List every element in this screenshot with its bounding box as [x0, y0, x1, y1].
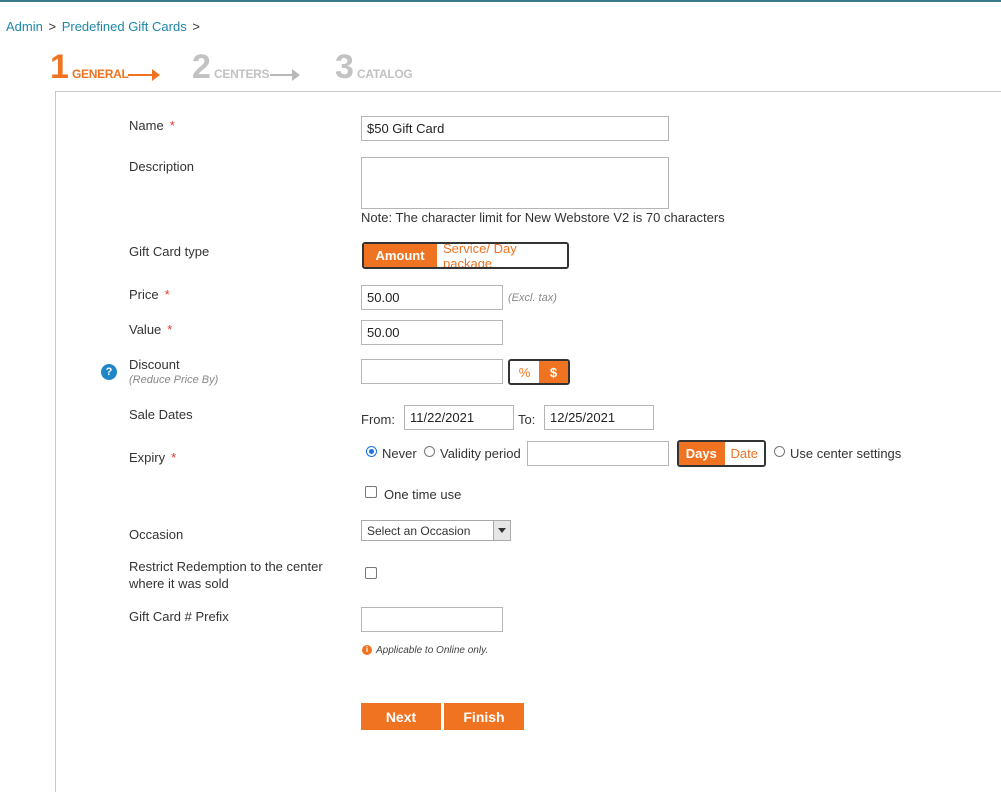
price-hint: (Excl. tax): [508, 292, 557, 304]
gift-card-type-toggle: Amount Service/ Day package: [362, 242, 569, 269]
breadcrumb-separator: >: [48, 19, 57, 34]
prefix-input[interactable]: [361, 607, 503, 632]
occasion-label: Occasion: [129, 527, 184, 542]
step-label: GENERAL: [72, 67, 129, 81]
step-centers[interactable]: 2 CENTERS: [192, 48, 312, 84]
question-icon[interactable]: ?: [101, 364, 117, 380]
one-time-use-label[interactable]: One time use: [384, 487, 461, 502]
use-center-settings-label[interactable]: Use center settings: [790, 446, 901, 461]
percent-option[interactable]: %: [510, 361, 539, 383]
validity-period-input[interactable]: [527, 441, 669, 466]
discount-label: Discount: [129, 357, 180, 372]
expiry-unit-toggle: Days Date: [677, 440, 766, 467]
one-time-use-checkbox[interactable]: [365, 486, 377, 498]
discount-type-toggle: % $: [508, 359, 570, 385]
from-label: From:: [361, 412, 395, 427]
expiry-validity-radio[interactable]: [424, 446, 435, 457]
restrict-label-line2: where it was sold: [129, 576, 229, 591]
name-label: Name *: [129, 118, 175, 133]
step-general[interactable]: 1 GENERAL: [50, 48, 170, 84]
to-label: To:: [518, 412, 536, 427]
step-number: 2: [192, 48, 211, 86]
info-icon: i: [362, 645, 372, 655]
restrict-label-line1: Restrict Redemption to the center: [129, 559, 323, 574]
dollar-option[interactable]: $: [539, 361, 568, 383]
breadcrumb-separator: >: [192, 19, 200, 34]
days-option[interactable]: Days: [679, 442, 724, 465]
discount-sublabel: (Reduce Price By): [129, 374, 219, 386]
value-input[interactable]: 50.00: [361, 320, 503, 345]
name-input[interactable]: $50 Gift Card: [361, 116, 669, 141]
description-label: Description: [129, 159, 195, 174]
breadcrumb-admin-link[interactable]: Admin: [6, 19, 43, 34]
use-center-settings-radio[interactable]: [774, 446, 785, 457]
step-number: 3: [335, 48, 354, 86]
expiry-validity-label[interactable]: Validity period: [440, 446, 521, 461]
amount-option[interactable]: Amount: [364, 244, 436, 267]
sale-date-from-input[interactable]: 11/22/2021: [404, 405, 514, 430]
expiry-never-label[interactable]: Never: [382, 446, 417, 461]
prefix-label: Gift Card # Prefix: [129, 609, 229, 624]
chevron-down-icon: [493, 521, 510, 540]
arrow-right-icon: [128, 69, 160, 81]
breadcrumb-gift-cards-link[interactable]: Predefined Gift Cards: [62, 19, 187, 34]
occasion-selected-value: Select an Occasion: [367, 524, 471, 538]
description-note: Note: The character limit for New Websto…: [361, 210, 725, 225]
top-border: [0, 0, 1001, 2]
step-number: 1: [50, 48, 69, 86]
value-label: Value *: [129, 322, 173, 337]
price-label: Price *: [129, 287, 170, 302]
step-catalog[interactable]: 3 CATALOG: [335, 48, 435, 84]
expiry-label: Expiry *: [129, 450, 177, 465]
discount-input[interactable]: [361, 359, 503, 384]
occasion-select[interactable]: Select an Occasion: [361, 520, 511, 541]
next-button[interactable]: Next: [361, 703, 441, 730]
arrow-right-icon: [270, 69, 300, 81]
sale-date-to-input[interactable]: 12/25/2021: [544, 405, 654, 430]
price-input[interactable]: 50.00: [361, 285, 503, 310]
service-package-option[interactable]: Service/ Day package: [436, 244, 567, 267]
step-label: CENTERS: [214, 67, 270, 81]
breadcrumb: Admin > Predefined Gift Cards >: [6, 19, 202, 34]
expiry-never-radio[interactable]: [366, 446, 377, 457]
date-option[interactable]: Date: [723, 442, 764, 465]
description-textarea[interactable]: [361, 157, 669, 209]
step-label: CATALOG: [357, 67, 413, 81]
restrict-redemption-checkbox[interactable]: [365, 567, 377, 579]
finish-button[interactable]: Finish: [444, 703, 524, 730]
prefix-info-text: Applicable to Online only.: [376, 645, 489, 656]
gift-card-type-label: Gift Card type: [129, 244, 210, 259]
sale-dates-label: Sale Dates: [129, 407, 193, 422]
